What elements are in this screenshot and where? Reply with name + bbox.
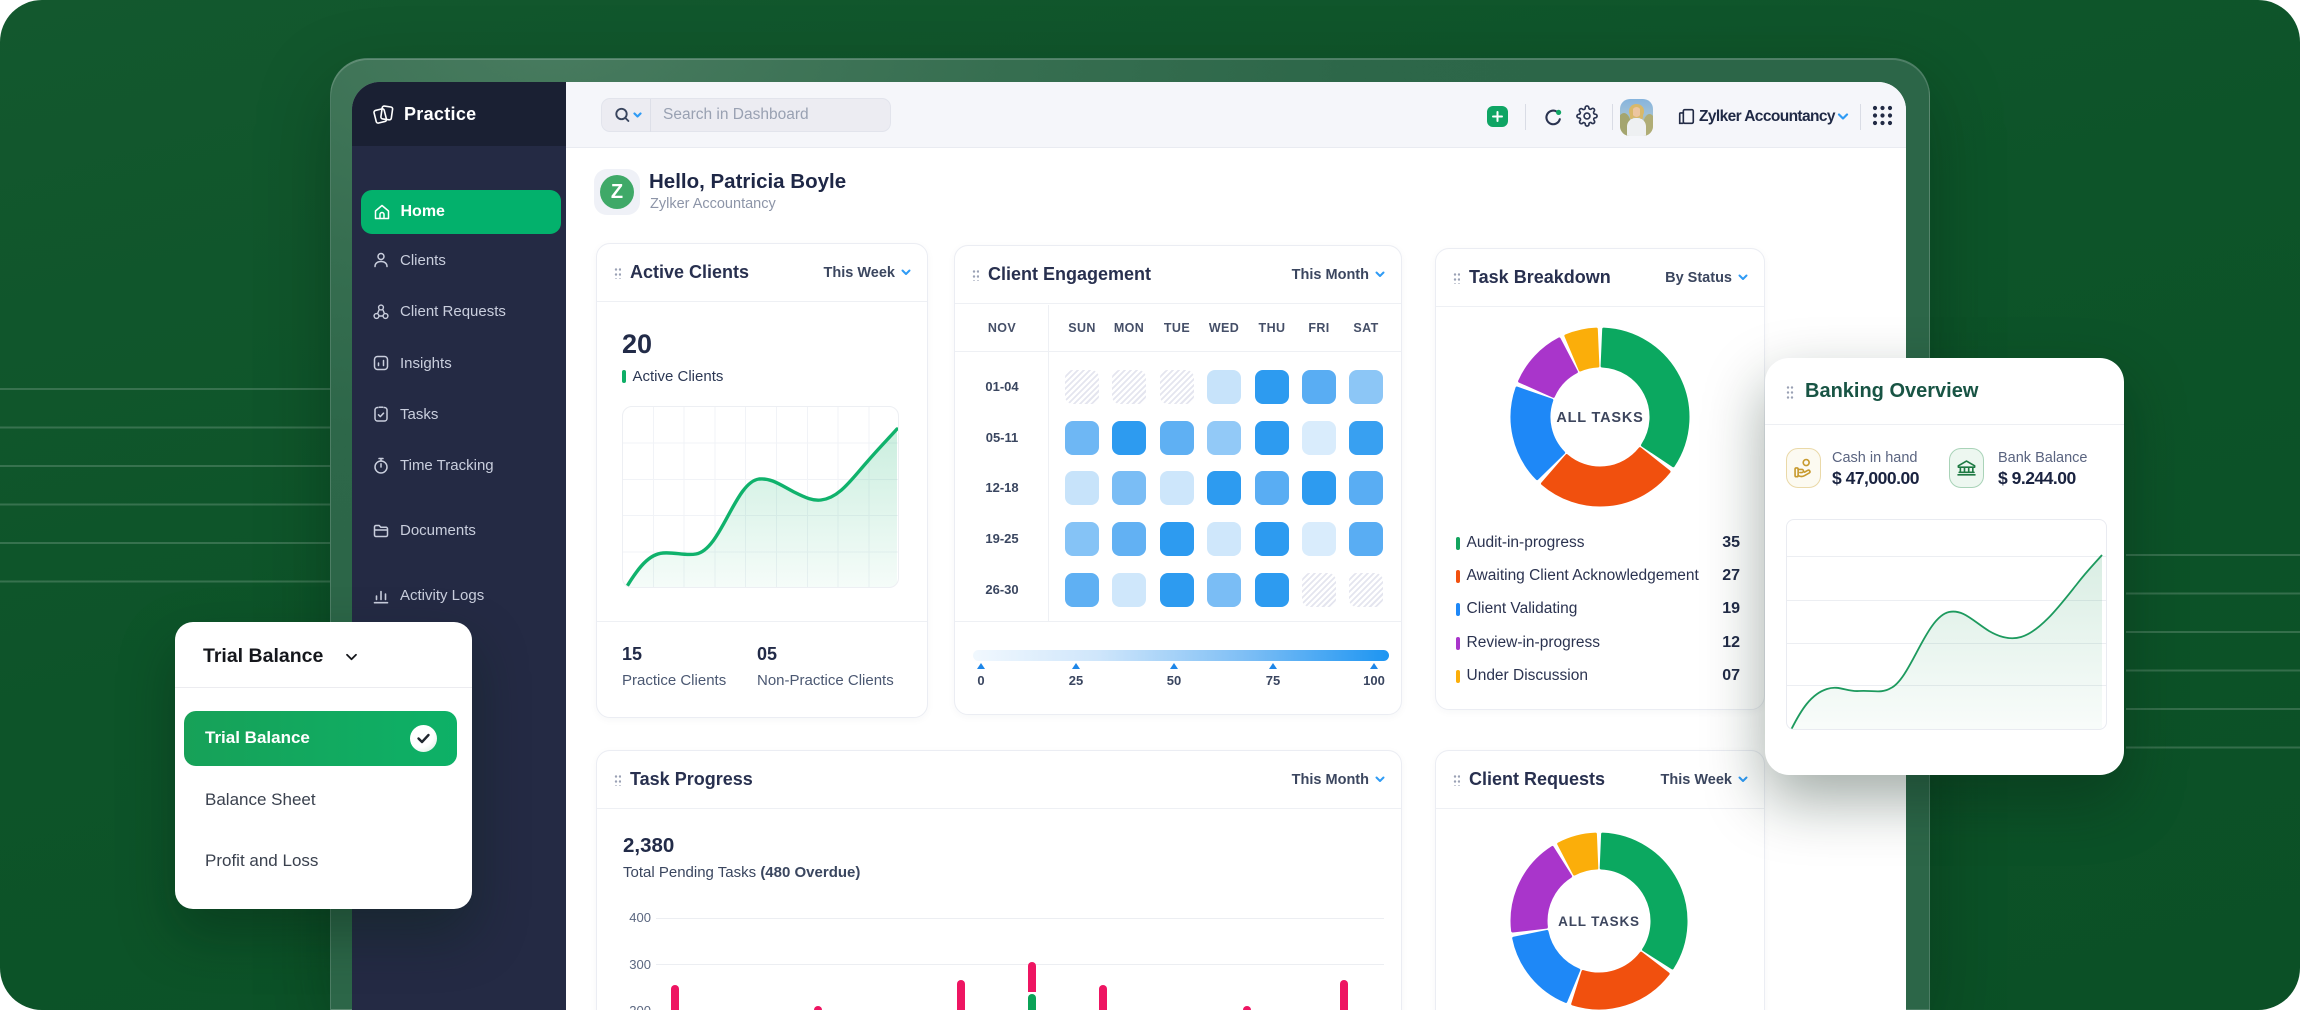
svg-text:ALL TASKS: ALL TASKS — [1556, 410, 1643, 426]
svg-text:ALL TASKS: ALL TASKS — [1558, 914, 1640, 929]
